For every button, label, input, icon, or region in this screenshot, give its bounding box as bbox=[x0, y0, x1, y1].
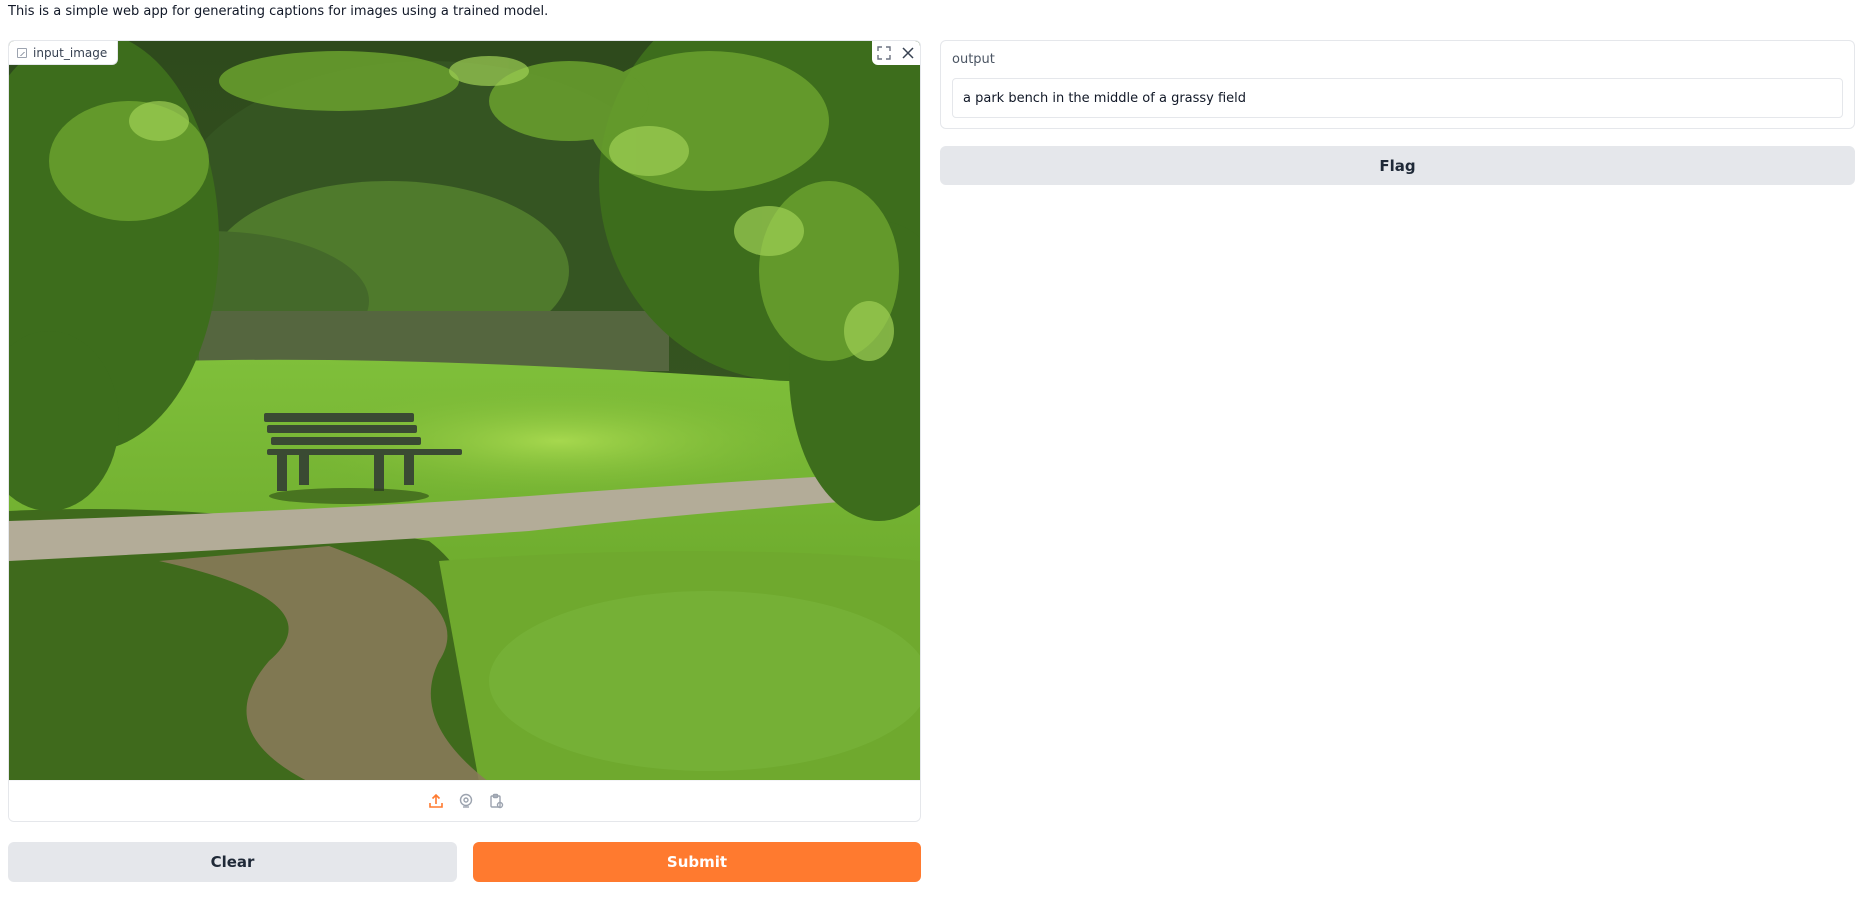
image-icon bbox=[17, 47, 27, 58]
app-description: This is a simple web app for generating … bbox=[8, 4, 549, 19]
output-panel: output a park bench in the middle of a g… bbox=[940, 40, 1855, 129]
submit-button[interactable]: Submit bbox=[473, 842, 921, 882]
input-image-preview bbox=[9, 41, 920, 782]
image-source-toolbar bbox=[9, 780, 920, 821]
close-icon[interactable] bbox=[896, 41, 920, 65]
input-image-panel[interactable]: input_image bbox=[8, 40, 921, 822]
upload-icon[interactable] bbox=[427, 792, 445, 810]
input-image-label: input_image bbox=[9, 41, 119, 65]
webcam-icon[interactable] bbox=[457, 792, 475, 810]
clear-button[interactable]: Clear bbox=[8, 842, 457, 882]
fullscreen-icon[interactable] bbox=[872, 41, 896, 65]
flag-button[interactable]: Flag bbox=[940, 146, 1855, 185]
input-image-label-text: input_image bbox=[33, 45, 108, 60]
clipboard-icon[interactable] bbox=[487, 792, 505, 810]
image-corner-controls bbox=[872, 41, 920, 65]
output-label: output bbox=[952, 52, 995, 67]
park-bench-photo bbox=[9, 41, 920, 782]
output-textbox[interactable]: a park bench in the middle of a grassy f… bbox=[952, 78, 1843, 118]
